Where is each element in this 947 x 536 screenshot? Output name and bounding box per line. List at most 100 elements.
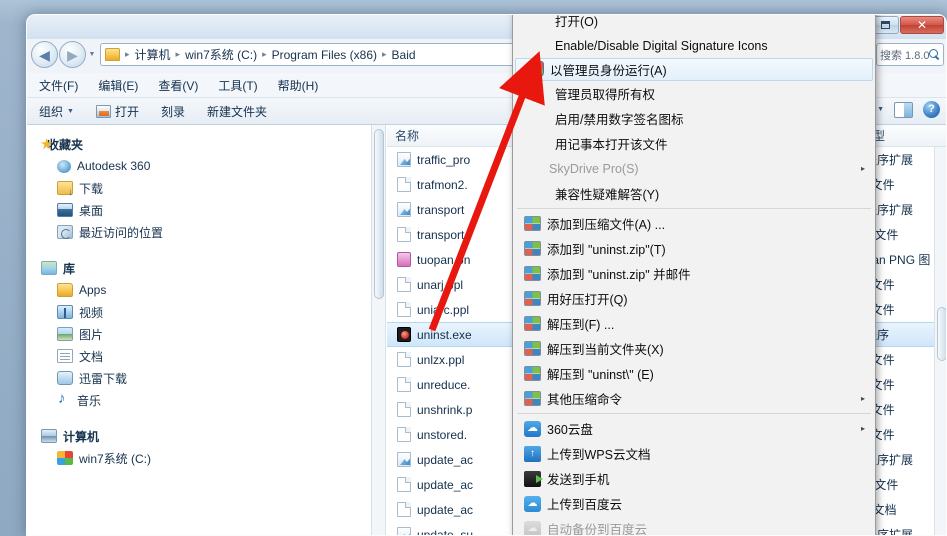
column-header-name[interactable]: 名称 — [387, 125, 507, 147]
file-name-cell: trafmon2. — [387, 177, 507, 192]
breadcrumb-separator[interactable]: ▸ — [173, 49, 184, 60]
breadcrumb-baidu[interactable]: Baid — [390, 48, 418, 62]
search-input[interactable]: 搜索 1.8.0... — [876, 43, 944, 66]
folder-icon — [57, 283, 73, 297]
menu-item-label: 添加到压缩文件(A) ... — [547, 218, 666, 232]
preview-pane-icon[interactable] — [894, 101, 913, 118]
menu-item[interactable]: 添加到压缩文件(A) ... — [513, 211, 875, 236]
forward-button[interactable]: ▶ — [59, 41, 86, 68]
menu-item[interactable]: 其他压缩命令 ▸ — [513, 386, 875, 411]
sidebar-item-desktop[interactable]: 桌面 — [27, 199, 371, 221]
explorer-window: ✕ ◀ ▶ ▼ ▸ 计算机 ▸ win7系统 (C:) ▸ Program Fi… — [26, 14, 947, 536]
sidebar-item-recent-places[interactable]: 最近访问的位置 — [27, 221, 371, 243]
autodesk-icon — [57, 159, 71, 173]
organize-button[interactable]: 组织 ▼ — [39, 103, 74, 120]
sidebar-item-thunder-download[interactable]: 迅雷下载 — [27, 367, 371, 389]
menu-item[interactable]: 用记事本打开该文件 — [513, 131, 875, 156]
menu-item[interactable]: 兼容性疑难解答(Y) — [513, 181, 875, 206]
blue-file-icon — [397, 452, 411, 467]
menu-item: SkyDrive Pro(S) ▸ — [513, 156, 875, 181]
open-button[interactable]: 打开 — [95, 103, 139, 120]
sidebar-group-computer[interactable]: 计算机 — [27, 425, 371, 447]
sidebar-item-downloads[interactable]: 下载 — [27, 177, 371, 199]
menu-item-label: 解压到当前文件夹(X) — [547, 343, 664, 357]
breadcrumb-computer[interactable]: 计算机 — [133, 46, 173, 63]
scrollbar-thumb[interactable] — [374, 129, 384, 299]
navigation-pane-scrollbar[interactable] — [372, 125, 386, 535]
scrollbar-thumb[interactable] — [937, 307, 946, 361]
menu-tools[interactable]: 工具(T) — [218, 77, 257, 94]
breadcrumb-separator[interactable]: ▸ — [259, 49, 270, 60]
menu-view[interactable]: 查看(V) — [158, 77, 198, 94]
exe-icon — [397, 327, 411, 342]
breadcrumb-separator[interactable]: ▸ — [122, 49, 133, 60]
menu-item[interactable]: 管理员取得所有权 — [513, 81, 875, 106]
menu-item[interactable]: 添加到 "uninst.zip"(T) — [513, 236, 875, 261]
sidebar-item-pictures[interactable]: 图片 — [27, 323, 371, 345]
menu-item-label: 以管理员身份运行(A) — [550, 64, 667, 78]
file-icon — [397, 352, 411, 367]
menu-item[interactable]: 发送到手机 — [513, 466, 875, 491]
breadcrumb-drive[interactable]: win7系统 (C:) — [183, 46, 259, 63]
menu-item[interactable]: Enable/Disable Digital Signature Icons — [513, 33, 875, 58]
new-folder-button[interactable]: 新建文件夹 — [207, 103, 267, 120]
menu-item[interactable]: ☁ 360云盘 ▸ — [513, 416, 875, 441]
file-icon — [397, 277, 411, 292]
file-name-label: unreduce. — [417, 377, 471, 392]
cloud360-icon: ☁ — [524, 420, 541, 437]
menu-file[interactable]: 文件(F) — [39, 77, 78, 94]
library-icon — [41, 261, 57, 275]
burn-button[interactable]: 刻录 — [161, 103, 185, 120]
menu-item[interactable]: ☁ 上传到百度云 — [513, 491, 875, 516]
menu-item[interactable]: 解压到当前文件夹(X) — [513, 336, 875, 361]
menu-item[interactable]: 添加到 "uninst.zip" 并邮件 — [513, 261, 875, 286]
sidebar-item-label: 最近访问的位置 — [79, 225, 164, 240]
recent-pages-dropdown[interactable]: ▼ — [87, 41, 97, 68]
menu-item[interactable]: 解压到(F) ... — [513, 311, 875, 336]
menu-help[interactable]: 帮助(H) — [278, 77, 319, 94]
navigation-buttons: ◀ ▶ ▼ — [31, 41, 97, 68]
zip-icon — [524, 266, 541, 281]
zip-icon — [524, 316, 541, 331]
sidebar-item-win7-drive[interactable]: win7系统 (C:) — [27, 447, 371, 469]
menu-item-label: 其他压缩命令 — [547, 393, 623, 407]
sidebar-item-autodesk-360[interactable]: Autodesk 360 — [27, 155, 371, 177]
file-name-cell: tuopan.pn — [387, 252, 507, 267]
menu-item[interactable]: 以管理员身份运行(A) — [515, 58, 873, 81]
chevron-down-icon[interactable]: ▼ — [877, 106, 884, 113]
sidebar-item-videos[interactable]: 视频 — [27, 301, 371, 323]
menu-item[interactable]: 启用/禁用数字签名图标 — [513, 106, 875, 131]
breadcrumb-separator[interactable]: ▸ — [379, 49, 390, 60]
menu-edit[interactable]: 编辑(E) — [98, 77, 138, 94]
menu-item[interactable]: 打开(O) — [513, 15, 875, 33]
context-menu: 打开(O) Enable/Disable Digital Signature Ic… — [512, 15, 876, 535]
zip-icon — [524, 341, 541, 356]
file-name-label: unshrink.p — [417, 402, 473, 417]
maximize-button[interactable] — [872, 16, 899, 34]
pink-file-icon — [397, 252, 411, 267]
close-button[interactable]: ✕ — [900, 16, 944, 34]
file-name-cell: update_ac — [387, 502, 507, 517]
menu-item[interactable]: 用好压打开(Q) — [513, 286, 875, 311]
menu-item-label: 添加到 "uninst.zip"(T) — [547, 243, 666, 257]
sidebar-group-libraries[interactable]: 库 — [27, 257, 371, 279]
menu-item[interactable]: ↑ 上传到WPS云文档 — [513, 441, 875, 466]
sidebar-item-documents[interactable]: 文档 — [27, 345, 371, 367]
sidebar-item-label: 迅雷下载 — [79, 371, 128, 386]
file-name-cell: uninst.exe — [387, 327, 507, 342]
pictures-icon — [57, 327, 73, 341]
menu-item[interactable]: 解压到 "uninst\" (E) — [513, 361, 875, 386]
breadcrumb-program-files[interactable]: Program Files (x86) — [270, 48, 379, 62]
file-icon — [397, 427, 411, 442]
sidebar-group-favorites[interactable]: 收藏夹 — [27, 133, 371, 155]
back-button[interactable]: ◀ — [31, 41, 58, 68]
sidebar-item-apps[interactable]: Apps — [27, 279, 371, 301]
help-icon[interactable]: ? — [923, 101, 940, 118]
music-icon — [57, 390, 71, 407]
file-list-scrollbar[interactable] — [934, 147, 946, 535]
sidebar-item-music[interactable]: 音乐 — [27, 389, 371, 411]
file-name-cell: uniarc.ppl — [387, 302, 507, 317]
file-name-cell: update_su — [387, 527, 507, 535]
menu-separator — [517, 208, 871, 209]
